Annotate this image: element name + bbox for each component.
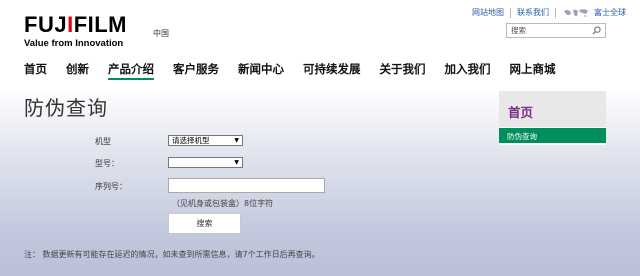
logo-wordmark: FUJIFILM: [24, 12, 128, 37]
utility-links: 网站地图 联系我们 富士全球: [466, 7, 626, 18]
nav-item-home[interactable]: 首页: [24, 62, 47, 76]
search-icon[interactable]: [592, 26, 601, 35]
global-link[interactable]: 富士全球: [556, 7, 626, 18]
page-title: 防伪查询: [24, 96, 108, 120]
serial-label: 序列号：: [95, 182, 127, 191]
fujifilm-logo[interactable]: FUJIFILM Value from Innovation: [24, 12, 128, 50]
dropdown-arrow-icon: ▼: [234, 137, 239, 144]
type-select[interactable]: ▼: [168, 157, 243, 168]
nav-item-news[interactable]: 新闻中心: [238, 62, 284, 76]
sidebar-item-anti-counterfeit[interactable]: 防伪查询: [499, 128, 606, 143]
nav-item-careers[interactable]: 加入我们: [445, 62, 491, 76]
delay-notice: 注： 数据更新有可能存在延迟的情况，如未查到所需信息，请7个工作日后再查询。: [24, 250, 320, 259]
nav-item-about[interactable]: 关于我们: [380, 62, 426, 76]
model-select[interactable]: 请选择机型 ▼: [168, 135, 243, 146]
model-select-value: 请选择机型: [172, 136, 210, 145]
main-nav: 首页 创新 产品介绍 客户服务 新闻中心 可持续发展 关于我们 加入我们 网上商…: [24, 62, 575, 80]
nav-item-shop[interactable]: 网上商城: [510, 62, 556, 76]
serial-hint: （见机身或包装盒）8位字符: [172, 199, 274, 208]
region-label: 中国: [153, 29, 169, 38]
type-label: 型号：: [95, 159, 119, 168]
contact-link[interactable]: 联系我们: [511, 7, 556, 18]
search-input[interactable]: 搜索: [506, 23, 606, 38]
nav-item-innovation[interactable]: 创新: [66, 62, 89, 76]
sidebar-menu: 首页 防伪查询: [499, 91, 606, 145]
site-header: FUJIFILM Value from Innovation 中国 网站地图 联…: [0, 0, 640, 56]
search-placeholder: 搜索: [511, 26, 526, 35]
serial-number-input[interactable]: [168, 178, 325, 193]
sitemap-link[interactable]: 网站地图: [466, 7, 511, 18]
dropdown-arrow-icon: ▼: [234, 159, 239, 166]
nav-item-service[interactable]: 客户服务: [173, 62, 219, 76]
logo-tagline: Value from Innovation: [24, 38, 124, 49]
nav-item-sustainability[interactable]: 可持续发展: [303, 62, 361, 76]
model-label: 机型: [95, 137, 111, 146]
global-label: 富士全球: [594, 8, 626, 17]
sidebar-home-link[interactable]: 首页: [499, 91, 606, 127]
submit-search-button[interactable]: 搜索: [168, 213, 241, 234]
world-map-icon: [564, 8, 588, 17]
nav-item-products[interactable]: 产品介绍: [108, 62, 154, 80]
